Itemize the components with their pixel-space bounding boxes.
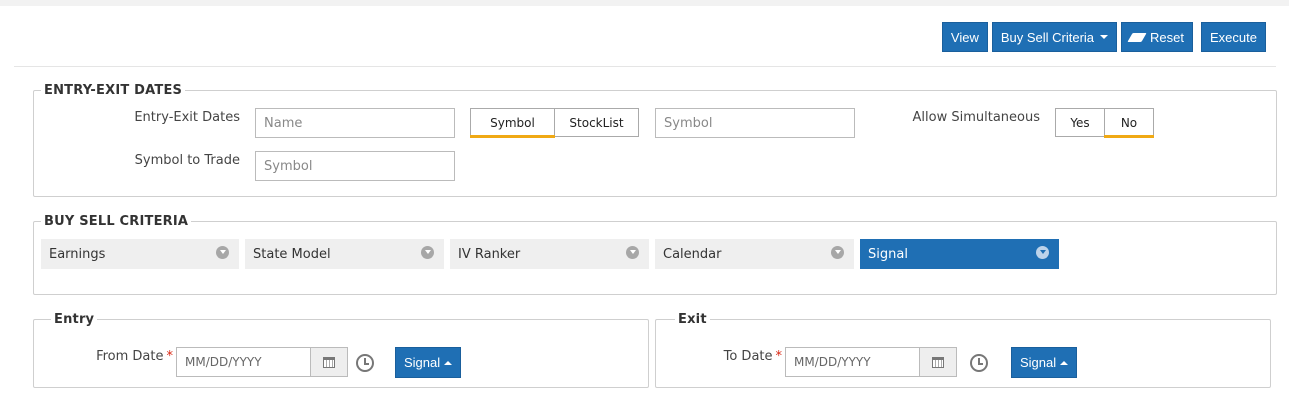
entry-exit-dates-section: ENTRY-EXIT DATES	[33, 83, 1277, 197]
required-mark: *	[775, 349, 783, 364]
chevron-down-icon	[421, 246, 434, 259]
symbol-input[interactable]	[655, 108, 855, 138]
criteria-signal-label: Signal	[868, 246, 908, 262]
reset-button[interactable]: Reset	[1121, 22, 1194, 52]
buy-sell-criteria-legend: BUY SELL CRITERIA	[44, 214, 189, 229]
divider	[14, 66, 1276, 67]
top-strip	[0, 0, 1289, 6]
from-date-label-text: From Date	[96, 349, 164, 364]
to-date-calendar-button[interactable]	[919, 347, 957, 377]
criteria-state-model[interactable]: State Model	[245, 239, 444, 269]
toggle-stocklist[interactable]: StockList	[555, 109, 638, 136]
buy-sell-criteria-button[interactable]: Buy Sell Criteria	[991, 22, 1118, 52]
criteria-earnings-label: Earnings	[49, 246, 106, 262]
symbol-stocklist-toggle: Symbol StockList	[470, 108, 639, 138]
entry-signal-button[interactable]: Signal	[395, 347, 462, 378]
allow-simultaneous-label: Allow Simultaneous	[912, 110, 1040, 125]
to-date-label: To Date *	[680, 349, 782, 364]
view-button-label: View	[950, 29, 979, 45]
exit-legend: Exit	[678, 312, 707, 327]
symbol-to-trade-label: Symbol to Trade	[134, 153, 240, 168]
toggle-yes[interactable]: Yes	[1056, 109, 1105, 136]
chevron-down-icon	[216, 246, 229, 259]
from-date-label: From Date *	[60, 349, 173, 364]
caret-down-icon	[1100, 35, 1109, 39]
clock-icon[interactable]	[356, 354, 374, 372]
execute-button[interactable]: Execute	[1201, 22, 1266, 52]
chevron-down-icon	[626, 246, 639, 259]
execute-button-label: Execute	[1210, 29, 1257, 45]
caret-up-icon	[444, 360, 453, 365]
criteria-calendar[interactable]: Calendar	[655, 239, 854, 269]
criteria-iv-ranker-label: IV Ranker	[458, 246, 521, 262]
chevron-down-icon	[1036, 246, 1049, 259]
reset-button-label: Reset	[1150, 29, 1185, 45]
caret-up-icon	[1060, 360, 1069, 365]
calendar-icon	[932, 356, 944, 368]
calendar-icon	[323, 356, 335, 368]
allow-simultaneous-toggle: Yes No	[1055, 108, 1154, 138]
criteria-calendar-label: Calendar	[663, 246, 722, 262]
to-date-input[interactable]	[785, 347, 919, 377]
buy-sell-criteria-label: Buy Sell Criteria	[1000, 29, 1095, 45]
from-date-calendar-button[interactable]	[310, 347, 348, 377]
toolbar: View Buy Sell Criteria Reset Execute	[941, 22, 1266, 52]
from-date-picker	[176, 347, 348, 377]
exit-signal-label: Signal	[1020, 355, 1057, 370]
view-button[interactable]: View	[941, 22, 988, 52]
criteria-earnings[interactable]: Earnings	[41, 239, 239, 269]
entry-exit-dates-label: Entry-Exit Dates	[134, 110, 240, 125]
name-input[interactable]	[255, 108, 455, 138]
entry-legend: Entry	[54, 312, 95, 327]
clock-icon[interactable]	[970, 354, 988, 372]
entry-exit-dates-legend: ENTRY-EXIT DATES	[44, 83, 183, 98]
symbol-to-trade-input[interactable]	[255, 151, 455, 181]
from-date-input[interactable]	[176, 347, 310, 377]
criteria-state-model-label: State Model	[253, 246, 331, 262]
to-date-label-text: To Date	[723, 349, 773, 364]
eraser-icon	[1127, 32, 1147, 42]
criteria-signal[interactable]: Signal	[860, 239, 1059, 269]
exit-signal-button[interactable]: Signal	[1011, 347, 1078, 378]
toggle-symbol[interactable]: Symbol	[470, 109, 555, 138]
chevron-down-icon	[831, 246, 844, 259]
entry-signal-label: Signal	[404, 355, 441, 370]
toggle-no[interactable]: No	[1104, 109, 1154, 138]
to-date-picker	[785, 347, 957, 377]
required-mark: *	[166, 349, 174, 364]
criteria-iv-ranker[interactable]: IV Ranker	[450, 239, 649, 269]
